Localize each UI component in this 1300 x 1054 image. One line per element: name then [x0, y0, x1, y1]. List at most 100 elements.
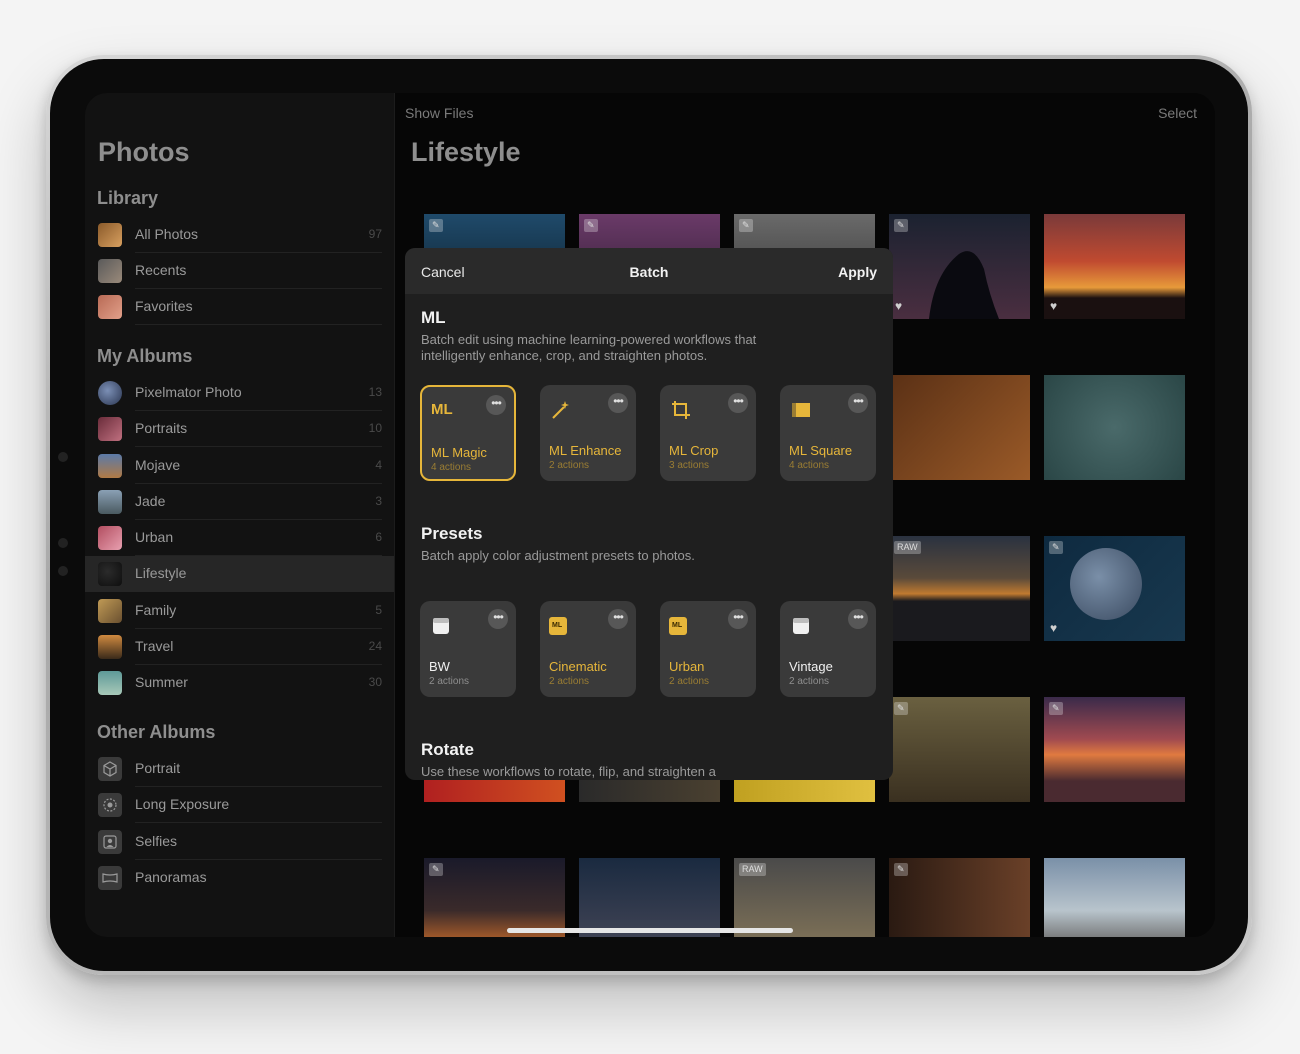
sidebar-item-family[interactable]: Family 5 [85, 593, 394, 629]
heart-icon: ♥ [895, 299, 903, 313]
card-name: ML Crop [669, 443, 719, 458]
more-options-button[interactable]: ••• [848, 609, 868, 629]
sheet-title: Batch [629, 264, 669, 280]
ml-magic-card[interactable]: ML ••• ML Magic 4 actions [420, 385, 516, 481]
sidebar-item-selfies[interactable]: Selfies [85, 824, 394, 860]
more-options-button[interactable]: ••• [608, 393, 628, 413]
sidebar-item-lifestyle[interactable]: Lifestyle [85, 556, 394, 592]
more-options-button[interactable]: ••• [728, 609, 748, 629]
photo-thumbnail[interactable]: ✎ [889, 858, 1030, 937]
card-name: Urban [669, 659, 705, 674]
preset-urban-card[interactable]: ML ••• Urban 2 actions [660, 601, 756, 697]
sidebar-item-count: 3 [375, 494, 382, 508]
sidebar-item-all-photos[interactable]: All Photos 97 [85, 217, 394, 253]
sidebar-item-long-exposure[interactable]: Long Exposure [85, 787, 394, 823]
sidebar-item-label: Summer [135, 674, 188, 690]
person-icon [98, 830, 122, 854]
sidebar-item-label: Portraits [135, 420, 188, 436]
photo-thumbnail[interactable] [1044, 858, 1185, 937]
photo-thumbnail[interactable] [889, 375, 1030, 480]
preset-vintage-card[interactable]: ••• Vintage 2 actions [780, 601, 876, 697]
photo-thumbnail[interactable]: ✎ [1044, 697, 1185, 802]
more-options-button[interactable]: ••• [848, 393, 868, 413]
sidebar-item-urban[interactable]: Urban 6 [85, 520, 394, 556]
main-content: Show Files Select Lifestyle ✎ ✎ ✎ ✎ ♥ ♥ … [395, 93, 1215, 937]
more-options-button[interactable]: ••• [486, 395, 506, 415]
sidebar-item-panoramas[interactable]: Panoramas [85, 860, 394, 896]
ml-enhance-card[interactable]: ••• ML Enhance 2 actions [540, 385, 636, 481]
sidebar-item-mojave[interactable]: Mojave 4 [85, 448, 394, 484]
album-thumbnail [98, 223, 122, 247]
sidebar-title: Photos [98, 137, 190, 167]
rotate-heading: Rotate [421, 740, 474, 759]
sidebar-item-summer[interactable]: Summer 30 [85, 665, 394, 701]
sidebar-item-label: Urban [135, 529, 174, 545]
album-thumbnail [98, 671, 122, 695]
card-name: ML Magic [431, 445, 487, 460]
sidebar-item-portraits[interactable]: Portraits 10 [85, 411, 394, 447]
sidebar: Photos Library All Photos 97 Recents Fav… [85, 93, 395, 937]
camera-dot [58, 452, 68, 462]
sidebar-item-label: Recents [135, 262, 187, 278]
sidebar-item-travel[interactable]: Travel 24 [85, 629, 394, 665]
edit-badge-icon: ✎ [739, 219, 753, 232]
show-files-button[interactable]: Show Files [405, 105, 473, 121]
card-actions: 2 actions [549, 676, 590, 687]
panorama-icon [98, 866, 122, 890]
more-options-button[interactable]: ••• [608, 609, 628, 629]
photo-thumbnail[interactable]: ♥ [1044, 214, 1185, 319]
select-button[interactable]: Select [1158, 105, 1197, 121]
heart-icon: ♥ [1050, 299, 1058, 313]
sidebar-item-favorites[interactable]: Favorites [85, 289, 394, 325]
album-thumbnail [98, 295, 122, 319]
sidebar-item-jade[interactable]: Jade 3 [85, 484, 394, 520]
photo-thumbnail[interactable] [1044, 375, 1185, 480]
magic-wand-icon [552, 401, 569, 419]
photo-thumbnail[interactable]: ✎ [424, 858, 565, 937]
sidebar-item-label: Selfies [135, 833, 178, 849]
album-thumbnail [98, 381, 122, 405]
album-thumbnail [98, 526, 122, 550]
home-indicator [507, 928, 793, 933]
card-actions: 2 actions [669, 676, 710, 687]
photo-thumbnail[interactable] [579, 858, 720, 937]
library-heading: Library [97, 188, 159, 208]
ml-heading: ML [421, 308, 446, 327]
camera-dot [58, 538, 68, 548]
sidebar-item-portrait[interactable]: Portrait [85, 751, 394, 787]
ml-crop-card[interactable]: ••• ML Crop 3 actions [660, 385, 756, 481]
album-thumbnail [98, 454, 122, 478]
more-options-button[interactable]: ••• [488, 609, 508, 629]
sidebar-item-label: Favorites [135, 298, 193, 314]
sheet-header: Cancel Batch Apply [405, 248, 893, 294]
photo-thumbnail[interactable]: ✎ ♥ [1044, 536, 1185, 641]
cube-icon [98, 757, 122, 781]
card-actions: 2 actions [549, 460, 590, 471]
album-thumbnail [98, 562, 122, 586]
preset-bw-card[interactable]: ••• BW 2 actions [420, 601, 516, 697]
card-name: Cinematic [549, 659, 607, 674]
photo-thumbnail[interactable]: ✎ [889, 697, 1030, 802]
card-actions: 4 actions [789, 460, 830, 471]
sidebar-item-label: Lifestyle [135, 565, 187, 581]
photo-thumbnail[interactable]: RAW [889, 536, 1030, 641]
my-albums-heading: My Albums [97, 346, 193, 366]
ml-square-card[interactable]: ••• ML Square 4 actions [780, 385, 876, 481]
sidebar-item-pixelmator-photo[interactable]: Pixelmator Photo 13 [85, 375, 394, 411]
preset-cinematic-card[interactable]: ML ••• Cinematic 2 actions [540, 601, 636, 697]
edit-badge-icon: ✎ [894, 219, 908, 232]
sidebar-item-label: Portrait [135, 760, 181, 776]
sidebar-item-label: Jade [135, 493, 166, 509]
sidebar-item-recents[interactable]: Recents [85, 253, 394, 289]
batch-sheet: Cancel Batch Apply ML Batch edit using m… [405, 248, 893, 780]
apply-button[interactable]: Apply [838, 264, 877, 280]
raw-badge: RAW [739, 863, 766, 876]
edit-badge-icon: ✎ [894, 702, 908, 715]
more-options-button[interactable]: ••• [728, 393, 748, 413]
card-actions: 2 actions [789, 676, 830, 687]
album-thumbnail [98, 635, 122, 659]
photo-thumbnail[interactable]: ✎ ♥ [889, 214, 1030, 319]
sidebar-item-count: 24 [368, 639, 382, 653]
photo-thumbnail[interactable]: RAW [734, 858, 875, 937]
ml-description: Batch edit using machine learning-powere… [421, 332, 757, 363]
